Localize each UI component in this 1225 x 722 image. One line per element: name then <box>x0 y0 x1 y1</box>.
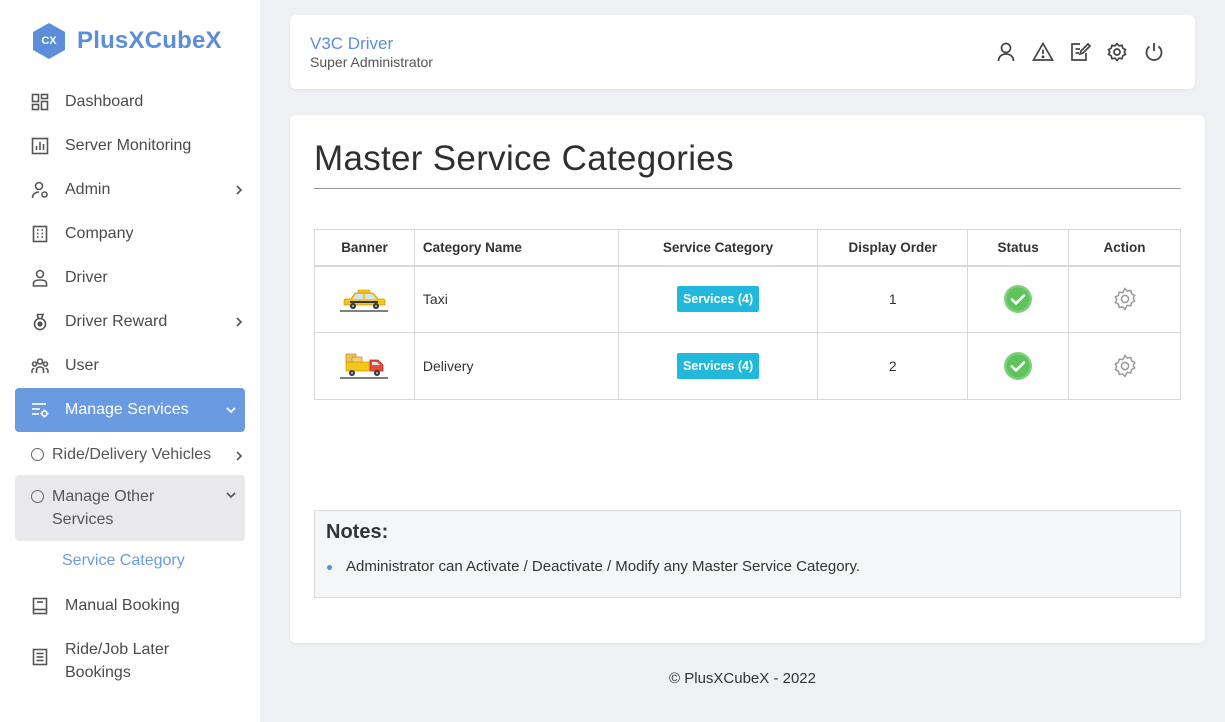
sidebar-subitem-ride-delivery-vehicles[interactable]: Ride/Delivery Vehicles <box>15 443 245 467</box>
services-gear-icon <box>31 401 49 419</box>
sidebar-subitem-service-category[interactable]: Service Category <box>62 552 185 570</box>
sidebar-item-label: Dashboard <box>65 93 144 110</box>
sidebar-item-label: Admin <box>65 181 111 198</box>
sidebar-item-manual-booking[interactable]: Manual Booking <box>15 584 245 628</box>
services-badge-button[interactable]: Services (4) <box>676 353 760 379</box>
notes-title: Notes: <box>326 521 389 543</box>
sidebar-item-driver[interactable]: Driver <box>15 256 245 300</box>
bullet-icon <box>327 565 332 570</box>
status-cell <box>967 332 1070 400</box>
profile-icon[interactable] <box>995 41 1017 63</box>
power-icon[interactable] <box>1143 41 1165 63</box>
sidebar-item-admin[interactable]: Admin <box>15 168 245 212</box>
users-icon <box>31 357 49 375</box>
book-icon <box>31 597 49 615</box>
settings-icon[interactable] <box>1106 41 1128 63</box>
warning-icon[interactable] <box>1032 41 1054 63</box>
chevron-down-icon <box>225 404 237 416</box>
header-title: V3C Driver <box>310 34 394 53</box>
page-title: Master Service Categories <box>314 139 734 178</box>
sidebar-subitem-label: Ride/Delivery Vehicles <box>52 446 212 463</box>
main-card: Master Service Categories Banner Categor… <box>290 115 1205 643</box>
banner-cell <box>314 332 415 400</box>
sidebar-item-user[interactable]: User <box>15 344 245 388</box>
sidebar-item-label: Manage Services <box>65 401 189 418</box>
active-check-icon[interactable] <box>1003 285 1033 314</box>
display-order-cell: 1 <box>817 265 969 333</box>
banner-cell <box>314 265 415 333</box>
action-cell <box>1068 265 1181 333</box>
driver-icon <box>31 269 49 287</box>
circle-icon <box>31 448 44 461</box>
sidebar-item-label: Server Monitoring <box>65 137 192 154</box>
header-icons <box>980 41 1165 63</box>
header-subtitle: Super Administrator <box>310 54 433 70</box>
services-badge-button[interactable]: Services (4) <box>676 286 760 313</box>
sidebar-item-label: Manual Booking <box>65 597 180 614</box>
sidebar-item-label: User <box>65 357 99 374</box>
chevron-right-icon <box>233 184 245 196</box>
sidebar-subitem-label: Manage Other Services <box>52 488 155 528</box>
active-check-icon[interactable] <box>1003 352 1033 380</box>
dashboard-icon <box>31 93 49 111</box>
chevron-right-icon <box>233 450 245 462</box>
title-divider <box>314 188 1181 189</box>
sidebar: CX PlusXCubeX Dashboard Server Monitorin… <box>0 0 260 722</box>
building-icon <box>31 225 49 243</box>
settings-gear-icon[interactable] <box>1112 354 1138 378</box>
category-name-cell: Taxi <box>413 265 619 333</box>
category-name-cell: Delivery <box>413 332 619 400</box>
sidebar-subitem-manage-other-services[interactable]: Manage Other Services <box>15 475 245 541</box>
table-header-row: Banner Category Name Service Category Di… <box>314 229 1181 267</box>
settings-gear-icon[interactable] <box>1112 287 1138 312</box>
chart-icon <box>31 137 49 155</box>
status-cell <box>967 265 1070 333</box>
column-header: Status <box>967 229 1070 267</box>
sidebar-item-company[interactable]: Company <box>15 212 245 256</box>
column-header: Category Name <box>413 229 619 267</box>
admin-user-icon <box>31 181 49 199</box>
action-cell <box>1068 332 1181 400</box>
sidebar-item-label: Driver <box>65 269 108 286</box>
sidebar-item-dashboard[interactable]: Dashboard <box>15 80 245 124</box>
brand[interactable]: CX PlusXCubeX <box>30 20 222 62</box>
edit-icon[interactable] <box>1069 41 1091 63</box>
sidebar-item-label: Company <box>65 225 134 242</box>
service-category-cell: Services (4) <box>617 332 819 400</box>
table-row: Delivery Services (4) 2 <box>314 332 1181 400</box>
brand-name: PlusXCubeX <box>77 27 222 54</box>
taxi-banner-icon <box>338 289 390 312</box>
column-header: Service Category <box>617 229 819 267</box>
chevron-down-icon <box>225 489 237 501</box>
notes-item: Administrator can Activate / Deactivate … <box>346 558 861 575</box>
notes-box: Notes: Administrator can Activate / Deac… <box>314 510 1181 598</box>
list-icon <box>31 648 49 666</box>
chevron-right-icon <box>233 316 245 328</box>
sidebar-item-driver-reward[interactable]: Driver Reward <box>15 300 245 344</box>
column-header: Action <box>1068 229 1181 267</box>
column-header: Banner <box>314 229 415 267</box>
sidebar-item-manage-services[interactable]: Manage Services <box>15 388 245 432</box>
sidebar-item-ride-job-later-bookings[interactable]: Ride/Job Later Bookings <box>15 638 245 694</box>
sidebar-item-label: Driver Reward <box>65 313 168 330</box>
categories-table: Banner Category Name Service Category Di… <box>314 229 1181 400</box>
delivery-truck-banner-icon <box>338 353 390 379</box>
brand-logo-icon: CX <box>30 22 68 60</box>
medal-icon <box>31 313 49 331</box>
sidebar-item-server-monitoring[interactable]: Server Monitoring <box>15 124 245 168</box>
footer-copyright: © PlusXCubeX - 2022 <box>669 670 816 687</box>
top-header: V3C Driver Super Administrator <box>290 15 1195 89</box>
column-header: Display Order <box>817 229 969 267</box>
sidebar-item-label: Ride/Job Later Bookings <box>65 641 170 681</box>
circle-icon <box>31 490 44 503</box>
table-row: Taxi Services (4) 1 <box>314 265 1181 333</box>
service-category-cell: Services (4) <box>617 265 819 333</box>
display-order-cell: 2 <box>817 332 969 400</box>
